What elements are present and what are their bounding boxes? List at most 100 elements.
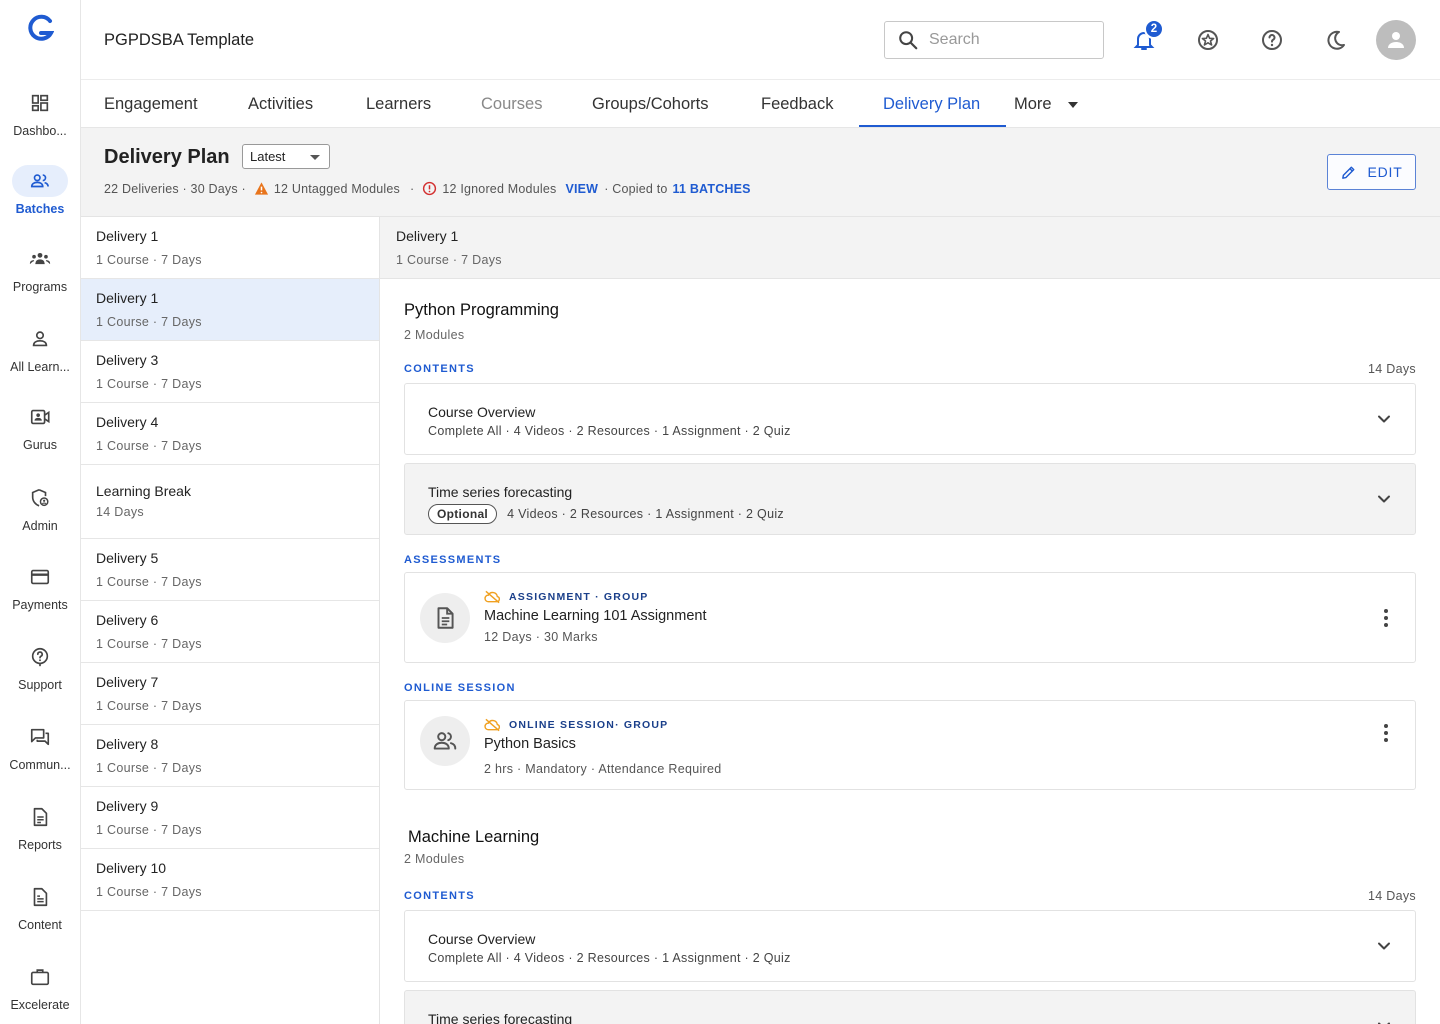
contents-section-label: CONTENTS (404, 363, 475, 375)
chevron-down-icon[interactable] (1375, 1017, 1393, 1024)
error-icon (423, 181, 437, 196)
cloud-off-icon (484, 590, 501, 604)
sidebar-item-dashboard[interactable]: Dashbo... (0, 87, 80, 157)
version-select[interactable]: Latest (242, 144, 330, 169)
delivery-list-item[interactable]: Delivery 9 1 Course · 7 Days (81, 787, 379, 849)
sidebar-item-label: Admin (22, 519, 58, 533)
assessment-title: Machine Learning 101 Assignment (484, 608, 707, 624)
support-icon (31, 647, 49, 667)
admin-shield-icon (31, 488, 49, 507)
tab-more[interactable]: More (1014, 81, 1078, 128)
sidebar-item-gurus[interactable]: Gurus (0, 401, 80, 471)
tab-groups-cohorts[interactable]: Groups/Cohorts (592, 81, 708, 128)
delivery-list-item[interactable]: Delivery 7 1 Course · 7 Days (81, 663, 379, 725)
sidebar-item-excelerate[interactable]: Excelerate (0, 961, 80, 1024)
batches-icon (30, 174, 49, 188)
assignment-avatar (420, 593, 470, 643)
chevron-down-icon[interactable] (1375, 490, 1393, 508)
sidebar-icon-wrap (12, 401, 68, 433)
notifications-button[interactable]: 2 (1128, 19, 1164, 56)
tab-learners[interactable]: Learners (366, 81, 431, 128)
pencil-icon (1342, 166, 1355, 179)
module-card-optional[interactable]: Time series forecasting (404, 990, 1416, 1024)
delivery-name: Delivery 1 (96, 228, 159, 244)
assessment-type-tag: ASSIGNMENT · GROUP (484, 590, 648, 604)
sidebar-item-reports[interactable]: Reports (0, 801, 80, 871)
briefcase-icon (30, 969, 50, 986)
sidebar-icon-wrap (12, 87, 68, 119)
online-session-card[interactable]: ONLINE SESSION· GROUP Python Basics 2 hr… (404, 700, 1416, 790)
delivery-list-item[interactable]: Learning Break 14 Days (81, 465, 379, 539)
sidebar-item-batches[interactable]: Batches (0, 165, 80, 235)
delivery-list-item[interactable]: Delivery 6 1 Course · 7 Days (81, 601, 379, 663)
delivery-list-item[interactable]: Delivery 8 1 Course · 7 Days (81, 725, 379, 787)
delivery-name: Delivery 3 (96, 352, 159, 368)
assessment-card[interactable]: ASSIGNMENT · GROUP Machine Learning 101 … (404, 572, 1416, 663)
more-vert-icon[interactable] (1383, 608, 1389, 628)
delivery-list-item[interactable]: Delivery 5 1 Course · 7 Days (81, 539, 379, 601)
delivery-list-item[interactable]: Delivery 4 1 Course · 7 Days (81, 403, 379, 465)
avatar[interactable] (1376, 20, 1416, 60)
module-title: Course Overview (428, 404, 536, 420)
sidebar-item-support[interactable]: Support (0, 641, 80, 711)
app-logo[interactable] (27, 14, 54, 46)
module-card[interactable]: Course Overview Complete All · 4 Videos … (404, 383, 1416, 455)
sidebar-icon-wrap (12, 961, 68, 993)
delivery-list-item[interactable]: Delivery 1 1 Course · 7 Days (81, 217, 379, 279)
chevron-down-icon[interactable] (1375, 410, 1393, 428)
tab-feedback[interactable]: Feedback (761, 81, 833, 128)
sidebar-item-payments[interactable]: Payments (0, 561, 80, 631)
active-tab-indicator (859, 125, 1006, 127)
sidebar-item-label: Support (18, 678, 62, 692)
sidebar-item-admin[interactable]: Admin (0, 482, 80, 552)
delivery-list-item[interactable]: Delivery 10 1 Course · 7 Days (81, 849, 379, 911)
sidebar-item-label: Payments (12, 598, 68, 612)
help-button[interactable] (1256, 24, 1288, 56)
sidebar-icon-wrap (12, 243, 68, 275)
contents-duration: 14 Days (1368, 362, 1416, 376)
delivery-meta: 1 Course · 7 Days (96, 699, 202, 713)
help-icon (1262, 30, 1282, 50)
tab-courses[interactable]: Courses (481, 81, 542, 128)
warning-icon (254, 182, 268, 195)
sidebar-item-programs[interactable]: Programs (0, 243, 80, 313)
module-summary-text: 4 Videos · 2 Resources · 1 Assignment · … (507, 507, 784, 521)
tab-activities[interactable]: Activities (248, 81, 313, 128)
tab-engagement[interactable]: Engagement (104, 81, 198, 128)
module-card-optional[interactable]: Time series forecasting Optional 4 Video… (404, 463, 1416, 535)
module-title: Time series forecasting (428, 1011, 573, 1024)
course-block: Python Programming 2 Modules (404, 301, 1416, 342)
session-meta: 2 hrs · Mandatory · Attendance Required (484, 762, 722, 776)
dark-mode-toggle[interactable] (1320, 24, 1352, 56)
sidebar-item-label: Commun... (9, 758, 71, 772)
course-block: Machine Learning (408, 828, 1420, 847)
course-subtitle: 2 Modules (404, 328, 465, 342)
delivery-list-item[interactable]: Delivery 3 1 Course · 7 Days (81, 341, 379, 403)
more-vert-icon[interactable] (1383, 723, 1389, 743)
delivery-meta: 14 Days (96, 505, 144, 519)
search-box[interactable] (884, 21, 1104, 59)
view-ignored-link[interactable]: VIEW (565, 182, 598, 196)
edit-button-label: EDIT (1367, 164, 1403, 180)
session-title: Python Basics (484, 736, 576, 752)
achievements-button[interactable] (1192, 24, 1224, 56)
sidebar-item-label: Programs (12, 280, 68, 294)
search-input[interactable] (929, 31, 1089, 49)
sidebar-item-content[interactable]: Content (0, 881, 80, 951)
summary-separator: · (409, 181, 415, 196)
chevron-down-icon[interactable] (1375, 937, 1393, 955)
module-card[interactable]: Course Overview Complete All · 4 Videos … (404, 910, 1416, 982)
delivery-name: Delivery 8 (96, 736, 159, 752)
delivery-meta: 1 Course · 7 Days (96, 885, 202, 899)
course-title: Python Programming (404, 301, 559, 319)
top-bar: PGPDSBA Template 2 (81, 0, 1440, 80)
module-summary: Optional 4 Videos · 2 Resources · 1 Assi… (428, 504, 784, 524)
tab-delivery-plan[interactable]: Delivery Plan (883, 81, 980, 128)
sidebar-item-all-learners[interactable]: All Learn... (0, 323, 80, 393)
edit-button[interactable]: EDIT (1327, 154, 1416, 190)
delivery-name: Delivery 10 (96, 860, 167, 876)
chat-icon (30, 728, 50, 746)
delivery-list-item[interactable]: Delivery 1 1 Course · 7 Days (81, 279, 379, 341)
sidebar-item-community[interactable]: Commun... (0, 721, 80, 791)
copied-batches-link[interactable]: 11 BATCHES (673, 182, 751, 196)
